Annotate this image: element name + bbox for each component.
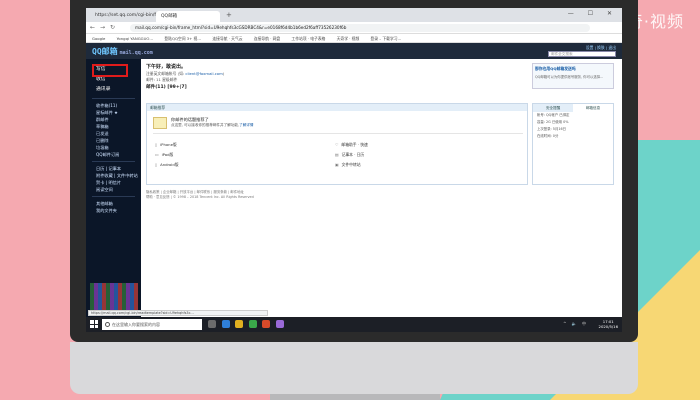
qq-mail-logo[interactable]: QQ邮箱 mail.qq.com: [92, 46, 153, 57]
bookmark[interactable]: 登陆QQ空间 3+ 视…: [164, 36, 201, 41]
edge-icon[interactable]: [221, 320, 230, 328]
tab-mailbox-info[interactable]: 邮箱信息: [573, 104, 613, 112]
info-row: 帐号: QQ帐户 已绑定: [537, 113, 570, 117]
browser-tab[interactable]: https://set.qq.com/cgi-bin/frame_...: [90, 11, 174, 22]
note-icon: ▤: [335, 152, 339, 157]
info-row: 上次登录: 5月16日: [537, 127, 567, 131]
address-bar: ← → ↻ mail.qq.com/cgi-bin/frame_html?sid…: [86, 22, 622, 34]
promo-desc: QQ邮箱可以为你提供帐号服务, 你可以选择...: [535, 75, 604, 79]
sidebar-item-reading[interactable]: 阅读空间: [86, 186, 141, 193]
info-row: 在线时间: 0分: [537, 134, 559, 138]
qq-mail-header: QQ邮箱 mail.qq.com 设置 | 换肤 | 退出 邮件全文搜索: [86, 43, 622, 59]
app-link-ipad[interactable]: ▭ iPad版: [155, 152, 173, 158]
heart-icon: ♡: [335, 142, 339, 147]
explorer-icon[interactable]: [235, 320, 244, 328]
sidebar-item-cards[interactable]: 贺卡 | 明信片: [86, 179, 141, 186]
sidebar-item-sent[interactable]: 已发送: [86, 130, 141, 137]
folder-icon: ▣: [335, 162, 339, 167]
windows-start-icon[interactable]: [90, 320, 98, 328]
sidebar-item-calendar[interactable]: 日历 | 记事本: [86, 165, 141, 172]
system-tray[interactable]: ^ 🔈 中: [563, 321, 588, 327]
bookmarks-bar: Google Yongqi YANGGUO… 登陆QQ空间 3+ 视… 连接导航…: [86, 34, 622, 43]
footer: 隐私政策 | 企业邮箱 | 开放平台 | 邮件联系 | 服务条款 | 邮件地址 …: [146, 190, 254, 200]
account-panel: 安全提醒 邮箱信息 帐号: QQ帐户 已绑定 容量: 2G 已使用 0% 上次登…: [532, 103, 614, 185]
divider: [92, 98, 135, 99]
sidebar-item-starred[interactable]: 星标邮件 ★: [86, 109, 141, 116]
sidebar: 写信 收信 通讯录 收件箱(11) 星标邮件 ★ 群邮件 草稿箱 已发送 已删除…: [86, 59, 141, 317]
forward-icon[interactable]: →: [100, 24, 105, 31]
browser-tab-active[interactable]: QQ邮箱: [156, 11, 220, 22]
sidebar-item-deleted[interactable]: 已删除: [86, 137, 141, 144]
android-icon: ▯: [155, 162, 158, 167]
sidebar-item-my-folders[interactable]: 我的文件夹: [86, 207, 141, 214]
reload-icon[interactable]: ↻: [110, 24, 115, 31]
browser-tabbar: https://set.qq.com/cgi-bin/frame_... QQ邮…: [86, 8, 622, 22]
bookmark[interactable]: Google: [92, 36, 105, 41]
app-link-android[interactable]: ▯ Android版: [155, 162, 179, 168]
sidebar-item-spam[interactable]: 垃圾箱: [86, 144, 141, 151]
main-area: 写信 收信 通讯录 收件箱(11) 星标邮件 ★ 群邮件 草稿箱 已发送 已删除…: [86, 59, 622, 317]
greeting: 下午好，敢说出。: [146, 64, 187, 70]
promo-box[interactable]: 那你也用QQ邮箱发送吗 QQ邮箱可以为你提供帐号服务, 你可以选择...: [532, 63, 614, 89]
notepad-icon: [153, 117, 167, 129]
divider: [92, 196, 135, 197]
sidebar-item-subscriptions[interactable]: QQ邮件订阅: [86, 151, 141, 158]
app-link-iphone[interactable]: ▯ iPhone版: [155, 142, 177, 148]
info-row: 容量: 2G 已使用 0%: [537, 120, 569, 124]
url-input[interactable]: mail.qq.com/cgi-bin/frame_html?sid=U9ehq…: [130, 24, 590, 32]
divider: [92, 161, 135, 162]
notice-desc: 点这里, 可以接收你的推荐邮件并了解功能,了解详情: [171, 123, 254, 127]
tab-security[interactable]: 安全提醒: [533, 104, 573, 112]
app-link-assistant[interactable]: ♡ 邮箱助手 · 快速: [335, 142, 368, 148]
bookmark[interactable]: 连接导航 · 天气云: [212, 36, 242, 41]
mail-count[interactable]: 邮件(11) [99+|7]: [146, 84, 187, 90]
back-icon[interactable]: ←: [90, 24, 95, 31]
cortana-icon: [105, 322, 110, 327]
tablet-icon: ▭: [155, 152, 159, 157]
bookmark[interactable]: 天奇学 · 视频: [337, 36, 360, 41]
sidebar-item-attachments[interactable]: 附件收藏 | 文件中转站: [86, 172, 141, 179]
sidebar-decoration: [90, 283, 138, 313]
sidebar-item-other-mail[interactable]: 其他邮箱: [86, 200, 141, 207]
app-icon[interactable]: [275, 320, 284, 328]
chrome-icon[interactable]: [248, 320, 257, 328]
task-view-icon[interactable]: [208, 320, 216, 328]
bookmark[interactable]: 连接导航 · 网盘: [254, 36, 280, 41]
status-url: https://mail.qq.com/cgi-bin/readtemplate…: [88, 310, 268, 316]
window-controls[interactable]: — ☐ ✕: [568, 10, 618, 17]
app-icon[interactable]: [262, 320, 271, 328]
app-link-filetransfer[interactable]: ▣ 文件中转站: [335, 162, 361, 168]
content: 下午好，敢说出。 注册英文邮箱帐号 (如: client@foxmail.com…: [144, 59, 616, 317]
bookmark[interactable]: 登录 – 下载学习…: [370, 36, 401, 41]
monitor-chin: [70, 342, 638, 394]
bookmark[interactable]: 工作站项 · 电子表格: [291, 36, 325, 41]
sidebar-item-inbox[interactable]: 收件箱(11): [86, 102, 141, 109]
highlight-box: [92, 64, 128, 77]
panel-title: 邮箱推荐: [147, 104, 527, 111]
bookmark[interactable]: Yongqi YANGGUO…: [117, 36, 154, 41]
notice-link[interactable]: 了解详情: [239, 123, 253, 127]
monitor-stand: [270, 394, 440, 400]
sidebar-item-contacts[interactable]: 通讯录: [86, 85, 141, 95]
new-tab-button[interactable]: +: [226, 11, 232, 19]
taskbar: 在这里输入你要搜索的内容 ^ 🔈 中 17:01 2020/5/16: [86, 317, 622, 332]
sidebar-item-group[interactable]: 群邮件: [86, 116, 141, 123]
app-link-notes[interactable]: ▤ 记事本 · 日历: [335, 152, 364, 158]
notice: 你邮件的话题推荐了 点这里, 可以接收你的推荐邮件并了解功能,了解详情: [153, 116, 523, 134]
sidebar-item-drafts[interactable]: 草稿箱: [86, 123, 141, 130]
taskbar-apps: [208, 320, 288, 330]
taskbar-search-input[interactable]: 在这里输入你要搜索的内容: [102, 319, 202, 330]
phone-icon: ▯: [155, 142, 158, 147]
mail-stats: 邮件: 11 星级邮件: [146, 77, 178, 82]
mail-search-input[interactable]: 邮件全文搜索: [548, 51, 616, 57]
promo-title: 那你也用QQ邮箱发送吗: [535, 66, 576, 71]
copyright: 帮助 · 意见反馈 | © 1998 – 2018 Tencent Inc. A…: [146, 195, 254, 199]
screen: https://set.qq.com/cgi-bin/frame_... QQ邮…: [86, 8, 622, 332]
taskbar-clock[interactable]: 17:01 2020/5/16: [599, 319, 618, 329]
recommend-panel: 邮箱推荐 你邮件的话题推荐了 点这里, 可以接收你的推荐邮件并了解功能,了解详情…: [146, 103, 528, 185]
